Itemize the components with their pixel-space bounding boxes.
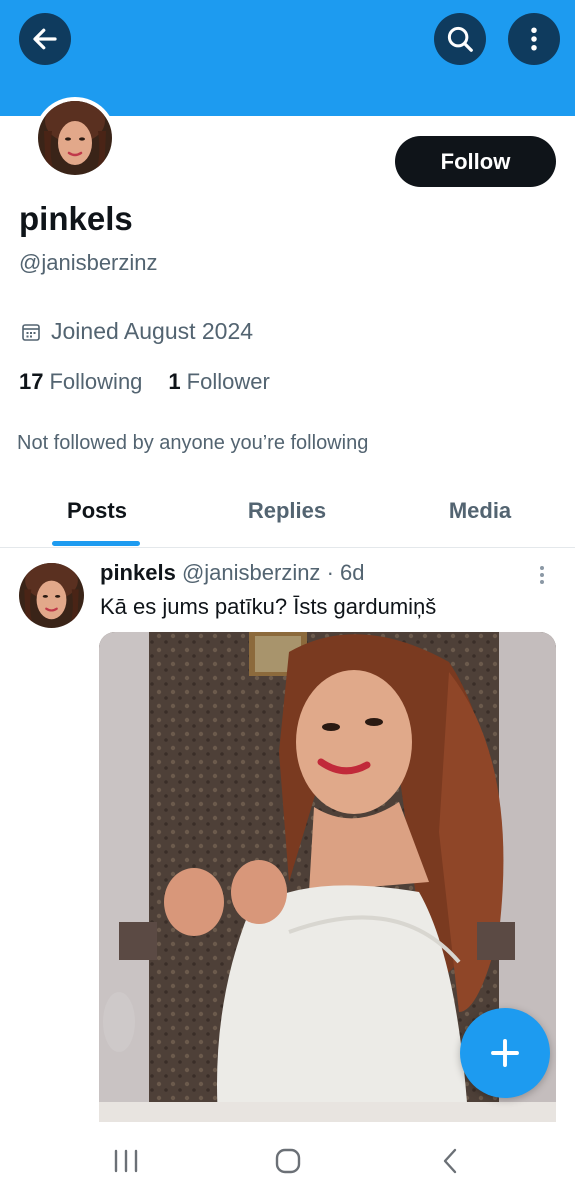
home-button[interactable] <box>268 1146 308 1176</box>
followers-link[interactable]: 1 Follower <box>168 369 269 395</box>
recents-button[interactable] <box>106 1146 146 1176</box>
followers-label: Follower <box>186 369 270 394</box>
system-back-button[interactable] <box>430 1146 470 1176</box>
joined-text: Joined August 2024 <box>51 318 254 344</box>
more-vertical-icon <box>540 566 544 584</box>
post-text: Kā es jums patīku? Īsts gardumiņš <box>100 594 437 619</box>
tab-media[interactable]: Media <box>432 498 528 524</box>
arrow-left-icon <box>33 28 57 50</box>
avatar-image <box>38 101 112 175</box>
system-navigation-bar <box>0 1122 575 1200</box>
profile-display-name: pinkels <box>19 200 133 237</box>
post-author-avatar[interactable] <box>19 563 84 628</box>
joined-date: Joined August 2024 <box>21 318 253 345</box>
calendar-icon <box>22 323 40 341</box>
home-icon <box>275 1148 301 1174</box>
following-label: Following <box>49 369 143 394</box>
recents-icon <box>114 1149 138 1173</box>
chevron-left-icon <box>443 1148 457 1174</box>
post-author-handle[interactable]: @janisberzinz <box>182 560 321 585</box>
active-tab-indicator <box>52 541 140 546</box>
following-count: 17 <box>19 369 44 394</box>
post-header: pinkels @janisberzinz · 6d <box>100 560 364 586</box>
tab-replies[interactable]: Replies <box>237 498 337 524</box>
follow-button[interactable]: Follow <box>395 136 556 187</box>
followers-count: 1 <box>168 369 181 394</box>
post-more-button[interactable] <box>532 564 552 588</box>
back-button[interactable] <box>19 13 71 65</box>
search-icon <box>447 26 473 52</box>
plus-icon <box>491 1039 519 1067</box>
tab-posts[interactable]: Posts <box>52 498 142 524</box>
post-author-name[interactable]: pinkels <box>100 560 176 585</box>
profile-avatar[interactable] <box>34 97 116 179</box>
following-link[interactable]: 17 Following <box>19 369 142 395</box>
search-button[interactable] <box>434 13 486 65</box>
profile-tabs: Posts Replies Media <box>0 480 575 548</box>
more-vertical-icon <box>531 27 537 51</box>
profile-handle: @janisberzinz <box>19 250 158 275</box>
mutual-followers-note: Not followed by anyone you’re following <box>17 432 369 454</box>
more-options-button[interactable] <box>508 13 560 65</box>
follow-stats: 17 Following 1 Follower <box>19 369 270 395</box>
post-time: · 6d <box>326 560 365 585</box>
compose-button[interactable] <box>460 1008 550 1098</box>
